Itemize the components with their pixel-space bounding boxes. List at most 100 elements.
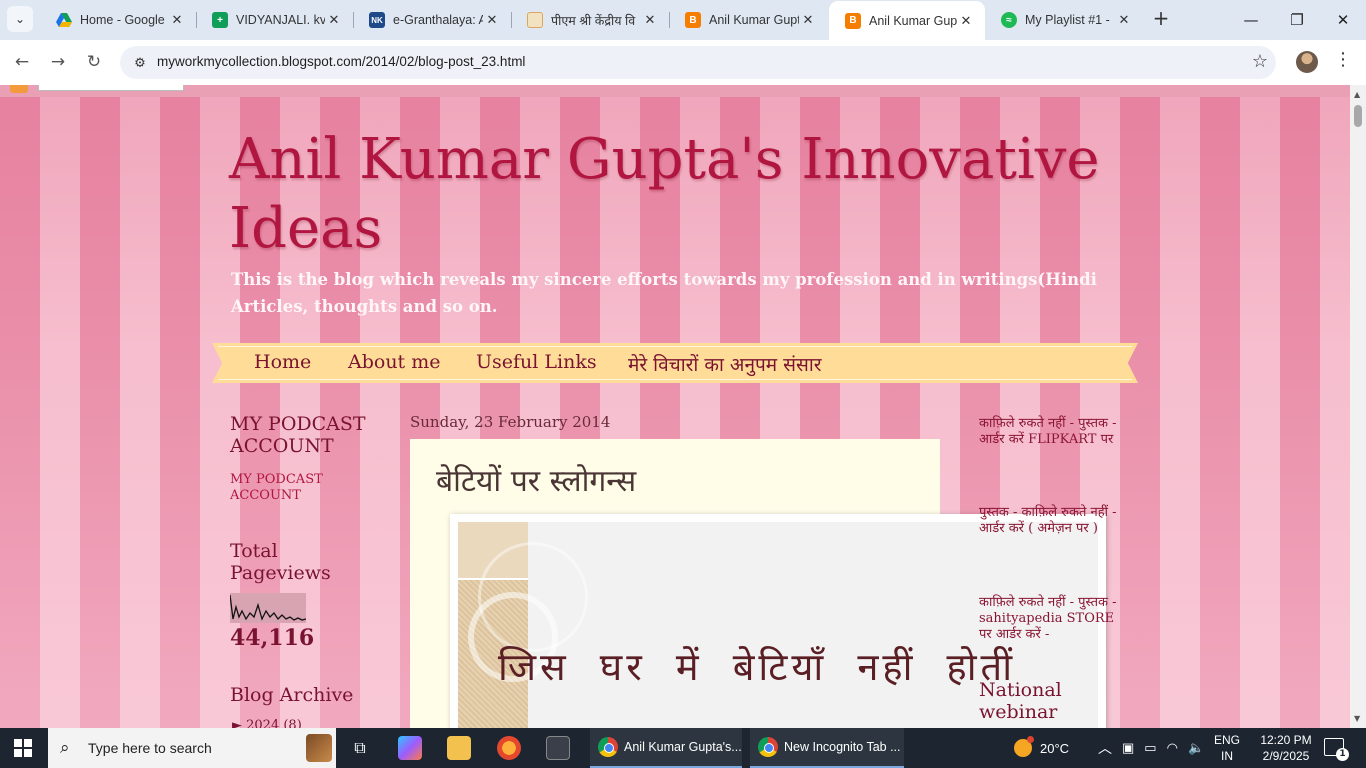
wifi-icon[interactable]: ◠	[1167, 740, 1178, 756]
browser-tab-active[interactable]: B Anil Kumar Gupt ✕	[829, 1, 985, 40]
meet-now-icon[interactable]: ▣	[1122, 740, 1134, 756]
nic-icon: NK	[369, 12, 385, 28]
tab-title: My Playlist #1 -	[1025, 13, 1110, 27]
tab-title: Anil Kumar Gupt	[709, 13, 799, 27]
windows-logo-icon	[24, 739, 32, 747]
calendar-app-icon[interactable]	[546, 736, 570, 760]
taskbar-app-incognito[interactable]: New Incognito Tab ...	[750, 728, 904, 768]
pageviews-sparkline	[229, 593, 307, 623]
minimize-button[interactable]: —	[1228, 0, 1274, 40]
nav-tab-useful-links[interactable]: Useful Links	[476, 351, 597, 373]
scrollbar-thumb[interactable]	[1354, 105, 1362, 127]
scroll-up-icon[interactable]: ▲	[1354, 90, 1360, 99]
scroll-down-icon[interactable]: ▼	[1354, 714, 1360, 723]
page-scrollbar[interactable]: ▲ ▼	[1350, 85, 1366, 728]
chevron-up-icon: ︿	[1098, 740, 1112, 756]
lang-line: IN	[1221, 749, 1233, 763]
taskbar-app-label: Anil Kumar Gupta's...	[624, 740, 742, 754]
close-icon[interactable]: ✕	[799, 11, 817, 29]
windows-logo-icon	[14, 739, 22, 747]
blog-title[interactable]: Anil Kumar Gupta's Innovative Ideas	[229, 125, 1129, 263]
profile-avatar[interactable]	[1296, 51, 1318, 73]
clock-time: 12:20 PM	[1260, 733, 1312, 747]
weather-widget[interactable]: 20°C	[1014, 728, 1069, 768]
blog-archive-heading: Blog Archive	[230, 684, 354, 706]
taskbar-search-box[interactable]: ⌕ Type here to search	[48, 728, 336, 768]
windows-start-button[interactable]	[14, 739, 32, 757]
kv-emblem-icon	[527, 12, 543, 28]
taskbar-app-chrome[interactable]: Anil Kumar Gupta's...	[590, 728, 742, 768]
arrow-right-icon: →	[50, 52, 66, 72]
browser-tab[interactable]: पीएम श्री केंद्रीय वि ✕	[511, 0, 669, 40]
volume-icon[interactable]: 🔈	[1188, 740, 1204, 756]
restore-icon: ❐	[1290, 11, 1304, 29]
taskbar-clock[interactable]: 12:20 PM 2/9/2025	[1256, 732, 1316, 764]
browser-tab[interactable]: B Anil Kumar Gupt ✕	[669, 0, 827, 40]
post-date: Sunday, 23 February 2014	[410, 413, 611, 431]
tray-icons[interactable]: ▣ ▭ ◠ 🔈	[1122, 728, 1204, 768]
language-indicator[interactable]: ENG IN	[1214, 732, 1240, 764]
new-tab-button[interactable]: +	[1150, 8, 1172, 30]
amazon-order-link[interactable]: पुस्तक - काफ़िले रुकते नहीं - आर्डर करें…	[979, 505, 1119, 537]
arrow-left-icon: ←	[14, 52, 30, 72]
site-info-button[interactable]: ⚙	[128, 51, 152, 75]
tune-icon: ⚙	[134, 55, 146, 71]
close-icon: ✕	[1336, 11, 1350, 29]
flipkart-order-link[interactable]: काफ़िले रुकते नहीं - पुस्तक - आर्डर करें…	[979, 416, 1119, 448]
close-icon[interactable]: ✕	[483, 11, 501, 29]
battery-icon[interactable]: ▭	[1144, 740, 1156, 756]
notification-center-button[interactable]: 1	[1324, 738, 1349, 761]
copilot-icon[interactable]	[398, 736, 422, 760]
tray-overflow-button[interactable]: ︿	[1098, 728, 1112, 768]
plus-icon: +	[1152, 6, 1170, 30]
decorative-border	[458, 522, 588, 728]
nav-tab-hindi-thoughts[interactable]: मेरे विचारों का अनुपम संसार	[628, 351, 822, 377]
nav-tab-about-me[interactable]: About me	[348, 351, 441, 373]
close-icon[interactable]: ✕	[1115, 11, 1133, 29]
firefox-icon[interactable]	[497, 736, 521, 760]
menu-kebab-icon[interactable]: ⋮	[1334, 49, 1352, 70]
reload-button[interactable]: ↻	[80, 48, 108, 76]
reload-icon: ↻	[86, 52, 102, 72]
page-viewport: Anil Kumar Gupta's Innovative Ideas This…	[0, 85, 1350, 728]
podcast-heading: MY PODCAST ACCOUNT	[230, 413, 366, 457]
close-icon[interactable]: ✕	[168, 11, 186, 29]
blogger-icon: B	[685, 12, 701, 28]
taskbar-search-placeholder: Type here to search	[88, 740, 212, 756]
windows-logo-icon	[24, 749, 32, 757]
sahityapedia-order-link[interactable]: काफ़िले रुकते नहीं - पुस्तक - sahityaped…	[979, 595, 1119, 643]
browser-tab[interactable]: Home - Google ✕	[40, 0, 196, 40]
back-button[interactable]: ←	[8, 48, 36, 76]
url-text[interactable]: myworkmycollection.blogspot.com/2014/02/…	[157, 54, 525, 69]
browser-tab[interactable]: NK e-Granthalaya: A ✕	[353, 0, 511, 40]
tab-title: पीएम श्री केंद्रीय वि	[551, 13, 636, 28]
nav-tab-home[interactable]: Home	[254, 351, 311, 373]
archive-year-toggle[interactable]: ► 2024 (8)	[232, 718, 302, 728]
file-explorer-icon[interactable]	[447, 736, 471, 760]
pageviews-count: 44,116	[230, 625, 315, 651]
blogger-icon: B	[845, 12, 861, 29]
close-window-button[interactable]: ✕	[1320, 0, 1366, 40]
bookmark-star-icon[interactable]: ☆	[1252, 51, 1268, 72]
restore-button[interactable]: ❐	[1274, 0, 1320, 40]
tab-search-button[interactable]: ⌄	[7, 6, 33, 32]
chrome-icon	[598, 737, 618, 757]
tab-title: Home - Google	[80, 13, 165, 27]
search-icon: ⌕	[60, 738, 70, 758]
chrome-incognito-icon	[758, 737, 778, 757]
browser-tab[interactable]: + VIDYANJALI. kvs ✕	[196, 0, 353, 40]
close-icon[interactable]: ✕	[957, 12, 975, 30]
weather-temp: 20°C	[1040, 740, 1070, 756]
navbar-search-input[interactable]	[38, 85, 184, 91]
address-bar[interactable]: ⚙ myworkmycollection.blogspot.com/2014/0…	[120, 46, 1276, 79]
close-icon[interactable]: ✕	[325, 11, 343, 29]
forward-button[interactable]: →	[44, 48, 72, 76]
post-title[interactable]: बेटियों पर स्लोगन्स	[436, 459, 636, 500]
podcast-link[interactable]: MY PODCAST ACCOUNT	[230, 472, 370, 504]
close-icon[interactable]: ✕	[641, 11, 659, 29]
blogger-icon[interactable]	[10, 85, 28, 93]
browser-tab[interactable]: ≈ My Playlist #1 - ✕	[985, 0, 1143, 40]
task-view-icon[interactable]: ⧉	[348, 736, 372, 760]
tab-strip: ⌄ Home - Google ✕ + VIDYANJALI. kvs ✕ NK…	[0, 0, 1366, 40]
taskbar-app-label: New Incognito Tab ...	[784, 740, 901, 754]
